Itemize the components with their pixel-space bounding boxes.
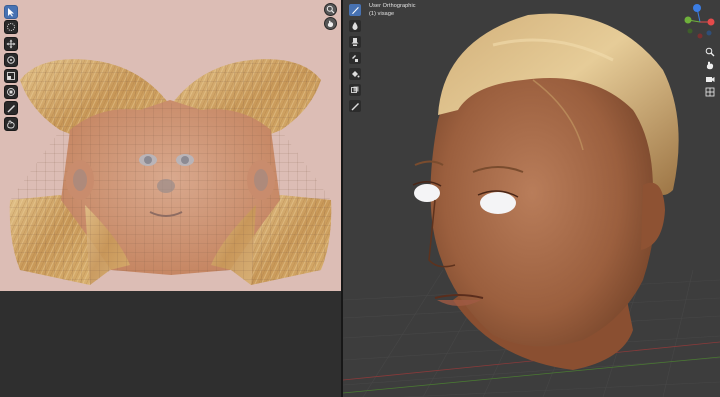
blur-icon <box>352 22 358 30</box>
toggle-projection-button[interactable] <box>705 82 715 97</box>
uv-pan-button[interactable] <box>324 17 337 30</box>
3d-viewport[interactable]: User Orthographic (1) visage <box>343 0 720 397</box>
gizmo-neg-x-axis <box>697 33 703 39</box>
uv-canvas[interactable] <box>0 0 341 291</box>
gizmo-y-axis <box>684 16 692 24</box>
select-tool-button[interactable] <box>4 5 18 19</box>
select-circle-tool-button[interactable] <box>4 20 18 34</box>
annotate-tool-button[interactable] <box>4 101 18 115</box>
navigation-gizmo <box>684 4 715 39</box>
camera-view-button[interactable] <box>705 69 715 82</box>
clone-icon <box>352 55 358 62</box>
gizmo-neg-z-axis <box>706 30 712 36</box>
fill-icon <box>352 71 360 78</box>
viewport-pan-button[interactable] <box>705 55 715 70</box>
grab-tool-button[interactable] <box>4 117 18 131</box>
gizmo-neg-y-axis <box>687 28 693 34</box>
select-icon <box>8 8 14 17</box>
grab-icon <box>7 120 15 129</box>
rotate-tool-button[interactable] <box>4 53 18 67</box>
brush-icon <box>352 7 359 14</box>
uv-zoom-button[interactable] <box>324 3 337 16</box>
uv-editor-empty-area <box>0 291 341 397</box>
brush-tool-button[interactable] <box>349 4 361 16</box>
rotate-icon <box>7 56 15 64</box>
mask-icon <box>351 86 359 93</box>
viewport-floor-grid <box>343 4 720 397</box>
uv-texture-map <box>9 59 332 285</box>
grid-icon <box>705 87 715 97</box>
zoom-icon <box>326 5 335 14</box>
select-circle-icon <box>7 23 15 31</box>
object-info-label: (1) visage <box>369 11 395 17</box>
transform-icon <box>7 88 15 96</box>
uv-editor <box>0 0 341 397</box>
clone-tool-button[interactable] <box>349 52 361 64</box>
annotate-tool-button[interactable] <box>349 100 361 112</box>
gizmo-x-axis <box>707 18 715 26</box>
smear-icon <box>351 38 359 46</box>
view-name-label: User Orthographic <box>369 3 416 9</box>
viewport-zoom-button[interactable] <box>705 42 715 57</box>
fill-tool-button[interactable] <box>349 68 361 80</box>
head-model <box>412 13 679 370</box>
scale-icon <box>7 72 15 80</box>
move-icon <box>6 39 16 49</box>
move-tool-button[interactable] <box>4 37 18 51</box>
y-axis-line <box>343 356 720 394</box>
blur-tool-button[interactable] <box>349 20 361 32</box>
pan-icon <box>327 20 334 27</box>
annotate-icon <box>351 103 359 111</box>
smear-tool-button[interactable] <box>349 36 361 48</box>
annotate-icon <box>7 105 15 113</box>
scale-tool-button[interactable] <box>4 69 18 83</box>
mask-tool-button[interactable] <box>349 84 361 96</box>
transform-tool-button[interactable] <box>4 85 18 99</box>
gizmo-z-axis <box>693 4 701 12</box>
